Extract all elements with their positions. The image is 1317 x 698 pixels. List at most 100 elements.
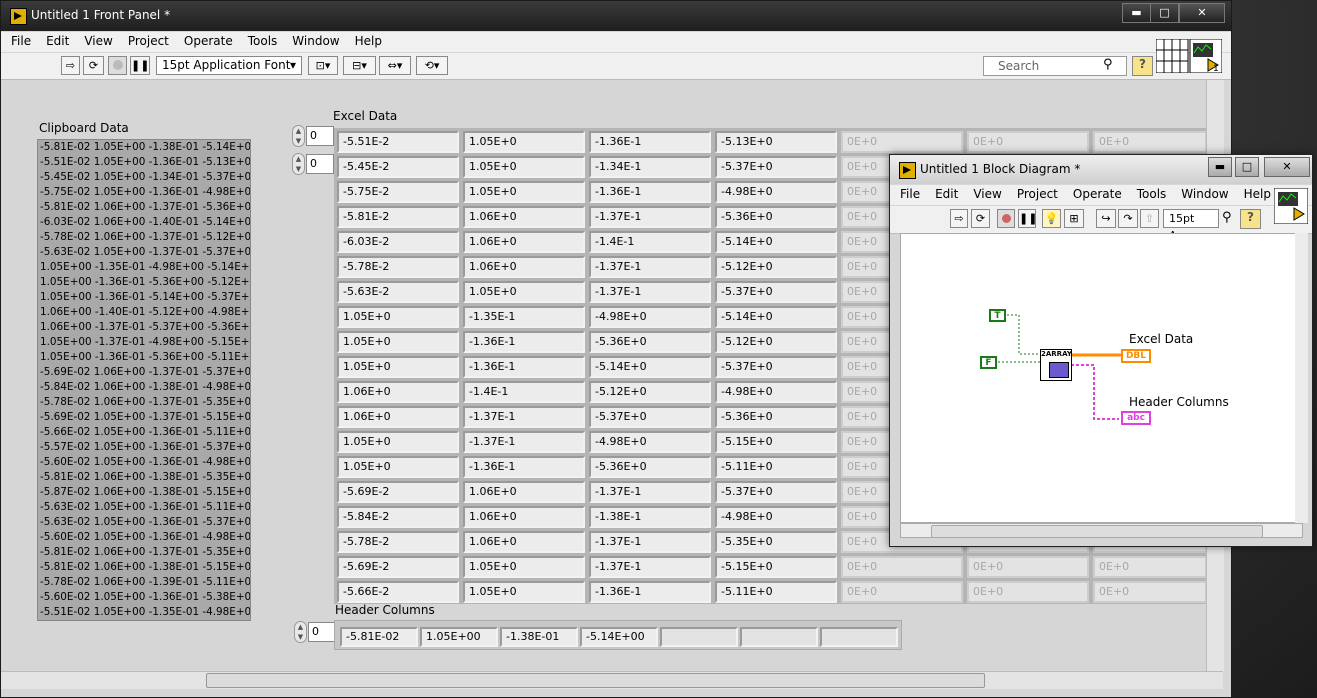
array-cell[interactable]: -5.35E+0 — [715, 531, 837, 553]
fp-menu-edit[interactable]: Edit — [36, 32, 74, 48]
empty-array-cell[interactable]: 0E+0 — [841, 581, 963, 603]
bd-menu-operate[interactable]: Operate — [1063, 185, 1127, 201]
bd-maximize-button[interactable]: □ — [1235, 157, 1259, 177]
array-cell[interactable]: -4.98E+0 — [715, 181, 837, 203]
array-cell[interactable]: -1.36E-1 — [463, 356, 585, 378]
array-cell[interactable]: -5.37E+0 — [715, 156, 837, 178]
array-cell[interactable]: 1.05E+0 — [337, 331, 459, 353]
header-index-increment-icon[interactable]: ▲ ▼ — [294, 621, 307, 643]
array-cell[interactable]: -5.11E+0 — [715, 456, 837, 478]
array-cell[interactable]: 1.06E+0 — [463, 506, 585, 528]
bd-menu-tools[interactable]: Tools — [1127, 185, 1172, 201]
fp-menu-operate[interactable]: Operate — [174, 32, 238, 48]
array-cell[interactable]: -4.98E+0 — [715, 381, 837, 403]
array-cell[interactable]: -5.11E+0 — [715, 581, 837, 603]
abort-icon[interactable] — [108, 56, 127, 75]
row-index-increment-icon[interactable]: ▲ ▼ — [292, 125, 305, 147]
array-cell[interactable]: 1.06E+0 — [337, 381, 459, 403]
bd-close-button[interactable]: ✕ — [1264, 157, 1310, 177]
array-cell[interactable]: -5.37E+0 — [715, 281, 837, 303]
fp-menu-window[interactable]: Window — [282, 32, 344, 48]
font-selector[interactable]: 15pt Application Font ▾ — [156, 56, 302, 75]
array-cell[interactable]: -5.75E-2 — [337, 181, 459, 203]
maximize-button[interactable]: □ — [1150, 3, 1179, 23]
header-cell[interactable]: -1.38E-01 — [500, 627, 578, 647]
array-cell[interactable]: -5.84E-2 — [337, 506, 459, 528]
array-cell[interactable]: 1.05E+0 — [337, 431, 459, 453]
array-cell[interactable]: -5.63E-2 — [337, 281, 459, 303]
array-cell[interactable]: 1.05E+0 — [463, 156, 585, 178]
bd-context-help-icon[interactable]: ? — [1240, 209, 1261, 229]
array-cell[interactable]: 1.05E+0 — [463, 581, 585, 603]
header-cell[interactable]: 1.05E+00 — [420, 627, 498, 647]
bd-vertical-scrollbar[interactable] — [1295, 233, 1308, 523]
array-cell[interactable]: -1.38E-1 — [589, 506, 711, 528]
array-cell[interactable]: -5.37E+0 — [715, 481, 837, 503]
array-cell[interactable]: -1.36E-1 — [589, 131, 711, 153]
empty-header-cell[interactable] — [740, 627, 818, 647]
array-cell[interactable]: -1.35E-1 — [463, 306, 585, 328]
column-index-value[interactable]: 0 — [306, 154, 334, 174]
array-cell[interactable]: -1.37E-1 — [589, 256, 711, 278]
array-cell[interactable]: -5.51E-2 — [337, 131, 459, 153]
bd-vi-icon[interactable] — [1274, 188, 1308, 224]
empty-array-cell[interactable]: 0E+0 — [841, 131, 963, 153]
array-cell[interactable]: 1.06E+0 — [463, 481, 585, 503]
block-diagram-canvas[interactable]: T F 2ARRAY Excel Data DBL Header Columns… — [900, 233, 1303, 523]
header-columns-terminal[interactable]: abc — [1121, 411, 1151, 425]
step-out-icon[interactable]: ⇧ — [1140, 209, 1159, 228]
context-help-icon[interactable]: ? — [1132, 56, 1153, 76]
array-cell[interactable]: 1.06E+0 — [337, 406, 459, 428]
array-cell[interactable]: -1.37E-1 — [463, 431, 585, 453]
array-cell[interactable]: 1.06E+0 — [463, 256, 585, 278]
spreadsheet-to-array-function[interactable]: 2ARRAY — [1040, 349, 1072, 381]
array-cell[interactable]: -5.14E+0 — [589, 356, 711, 378]
array-cell[interactable]: -1.34E-1 — [589, 156, 711, 178]
empty-array-cell[interactable]: 0E+0 — [1093, 581, 1207, 603]
bd-run-arrow-icon[interactable]: ⇨ — [950, 209, 968, 228]
array-cell[interactable]: -5.36E+0 — [589, 331, 711, 353]
array-cell[interactable]: -4.98E+0 — [589, 431, 711, 453]
excel-data-terminal[interactable]: DBL — [1121, 349, 1151, 363]
array-cell[interactable]: -1.37E-1 — [589, 481, 711, 503]
distribute-objects-icon[interactable]: ⊟▾ — [343, 56, 376, 75]
highlight-execution-icon[interactable]: 💡 — [1042, 209, 1061, 228]
bd-horizontal-scroll-thumb[interactable] — [931, 525, 1263, 538]
bd-abort-icon[interactable] — [997, 209, 1015, 228]
horizontal-scroll-thumb[interactable] — [206, 673, 985, 688]
array-cell[interactable]: -4.98E+0 — [589, 306, 711, 328]
empty-header-cell[interactable] — [660, 627, 738, 647]
array-cell[interactable]: -5.78E-2 — [337, 256, 459, 278]
array-cell[interactable]: -1.37E-1 — [463, 406, 585, 428]
fp-menu-tools[interactable]: Tools — [238, 32, 283, 48]
front-panel-titlebar[interactable]: Untitled 1 Front Panel * ▬ □ ✕ — [1, 1, 1231, 31]
pause-icon[interactable]: ❚❚ — [130, 56, 150, 75]
array-cell[interactable]: 1.05E+0 — [463, 131, 585, 153]
array-cell[interactable]: 1.05E+0 — [463, 181, 585, 203]
align-objects-icon[interactable]: ⊡▾ — [308, 56, 338, 75]
array-cell[interactable]: -5.37E+0 — [589, 406, 711, 428]
array-cell[interactable]: 1.05E+0 — [337, 306, 459, 328]
array-cell[interactable]: -5.81E-2 — [337, 206, 459, 228]
array-cell[interactable]: -1.37E-1 — [589, 281, 711, 303]
empty-array-cell[interactable]: 0E+0 — [841, 556, 963, 578]
array-cell[interactable]: -5.12E+0 — [715, 256, 837, 278]
clipboard-data-string[interactable]: -5.81E-02 1.05E+00 -1.38E-01 -5.14E+00 -5… — [37, 139, 251, 621]
horizontal-scrollbar[interactable] — [1, 671, 1223, 689]
close-button[interactable]: ✕ — [1179, 3, 1225, 23]
array-cell[interactable]: 1.05E+0 — [337, 356, 459, 378]
header-index-value[interactable]: 0 — [308, 622, 336, 642]
array-cell[interactable]: -5.15E+0 — [715, 431, 837, 453]
step-over-icon[interactable]: ↷ — [1118, 209, 1138, 228]
empty-array-cell[interactable]: 0E+0 — [1093, 131, 1207, 153]
bd-minimize-button[interactable]: ▬ — [1208, 157, 1232, 177]
array-cell[interactable]: -5.45E-2 — [337, 156, 459, 178]
block-diagram-titlebar[interactable]: Untitled 1 Block Diagram * ▬ □ ✕ — [890, 155, 1312, 184]
array-cell[interactable]: -5.14E+0 — [715, 231, 837, 253]
array-cell[interactable]: -4.98E+0 — [715, 506, 837, 528]
run-arrow-icon[interactable]: ⇨ — [61, 56, 80, 75]
minimize-button[interactable]: ▬ — [1122, 3, 1151, 23]
array-cell[interactable]: -5.12E+0 — [589, 381, 711, 403]
bd-menu-view[interactable]: View — [963, 185, 1006, 201]
fp-menu-file[interactable]: File — [1, 32, 36, 48]
